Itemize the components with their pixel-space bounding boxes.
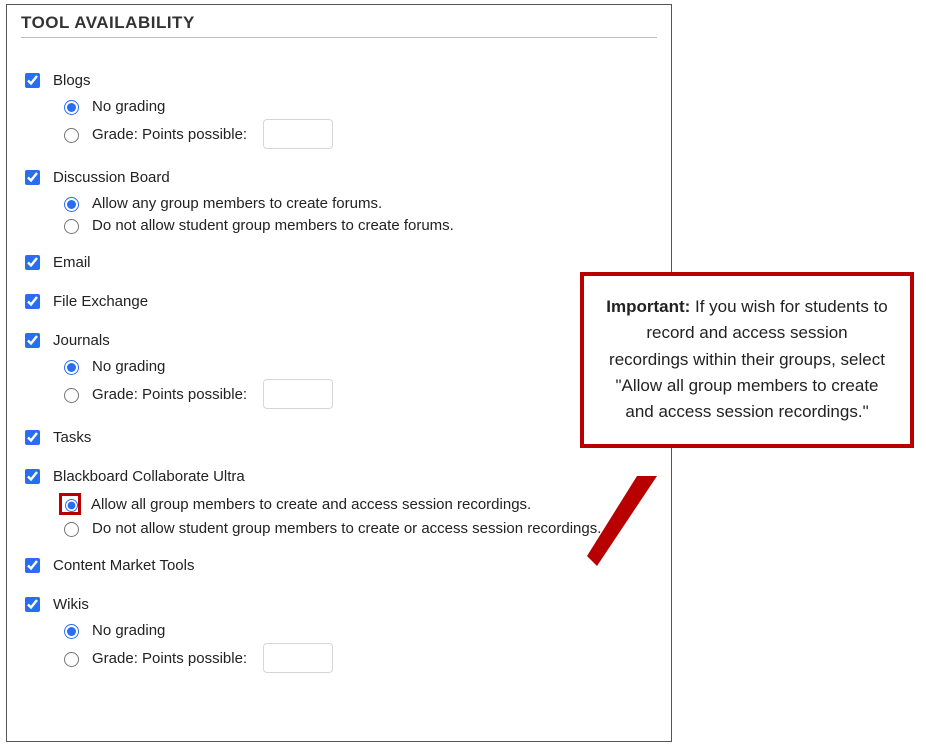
- label-blogs-nograde: No grading: [92, 98, 165, 115]
- label-wikis: Wikis: [53, 596, 89, 613]
- input-journals-points[interactable]: [263, 379, 333, 409]
- tool-file-exchange: File Exchange: [21, 291, 657, 312]
- label-discussion-deny: Do not allow student group members to cr…: [92, 217, 454, 234]
- tool-collab: Blackboard Collaborate Ultra Allow all g…: [21, 466, 657, 537]
- tool-blogs: Blogs No grading Grade: Points possible:: [21, 70, 657, 149]
- label-wikis-nograde: No grading: [92, 622, 165, 639]
- radio-journals-nograde[interactable]: [64, 360, 79, 375]
- radio-discussion-deny[interactable]: [64, 219, 79, 234]
- checkbox-blogs[interactable]: [25, 73, 40, 88]
- label-discussion: Discussion Board: [53, 169, 170, 186]
- input-blogs-points[interactable]: [263, 119, 333, 149]
- label-collab-allow: Allow all group members to create and ac…: [91, 496, 531, 513]
- label-file-exchange: File Exchange: [53, 293, 148, 310]
- label-blogs: Blogs: [53, 72, 91, 89]
- label-journals: Journals: [53, 332, 110, 349]
- callout-important: Important: If you wish for students to r…: [580, 272, 914, 448]
- input-wikis-points[interactable]: [263, 643, 333, 673]
- tool-discussion: Discussion Board Allow any group members…: [21, 167, 657, 234]
- label-wikis-grade: Grade: Points possible:: [92, 650, 247, 667]
- radio-journals-grade[interactable]: [64, 388, 79, 403]
- radio-blogs-nograde[interactable]: [64, 100, 79, 115]
- checkbox-content-market[interactable]: [25, 558, 40, 573]
- checkbox-collab[interactable]: [25, 469, 40, 484]
- label-blogs-grade: Grade: Points possible:: [92, 126, 247, 143]
- label-tasks: Tasks: [53, 429, 91, 446]
- tool-journals: Journals No grading Grade: Points possib…: [21, 330, 657, 409]
- highlight-collab-allow: [59, 493, 81, 515]
- label-discussion-allow: Allow any group members to create forums…: [92, 195, 382, 212]
- radio-collab-deny[interactable]: [64, 522, 79, 537]
- label-journals-nograde: No grading: [92, 358, 165, 375]
- checkbox-tasks[interactable]: [25, 430, 40, 445]
- tool-email: Email: [21, 252, 657, 273]
- tool-wikis: Wikis No grading Grade: Points possible:: [21, 594, 657, 673]
- checkbox-file-exchange[interactable]: [25, 294, 40, 309]
- callout-strong: Important:: [606, 297, 690, 316]
- radio-blogs-grade[interactable]: [64, 128, 79, 143]
- tool-content-market: Content Market Tools: [21, 555, 657, 576]
- label-content-market: Content Market Tools: [53, 557, 194, 574]
- tool-availability-panel: TOOL AVAILABILITY Blogs No grading Grade…: [6, 4, 672, 742]
- tool-tasks: Tasks: [21, 427, 657, 448]
- section-title: TOOL AVAILABILITY: [21, 13, 657, 38]
- label-journals-grade: Grade: Points possible:: [92, 386, 247, 403]
- label-email: Email: [53, 254, 91, 271]
- label-collab-deny: Do not allow student group members to cr…: [92, 520, 601, 537]
- checkbox-journals[interactable]: [25, 333, 40, 348]
- checkbox-discussion[interactable]: [25, 170, 40, 185]
- radio-wikis-grade[interactable]: [64, 652, 79, 667]
- checkbox-email[interactable]: [25, 255, 40, 270]
- checkbox-wikis[interactable]: [25, 597, 40, 612]
- radio-discussion-allow[interactable]: [64, 197, 79, 212]
- label-collab: Blackboard Collaborate Ultra: [53, 468, 245, 485]
- radio-collab-allow[interactable]: [65, 498, 78, 513]
- radio-wikis-nograde[interactable]: [64, 624, 79, 639]
